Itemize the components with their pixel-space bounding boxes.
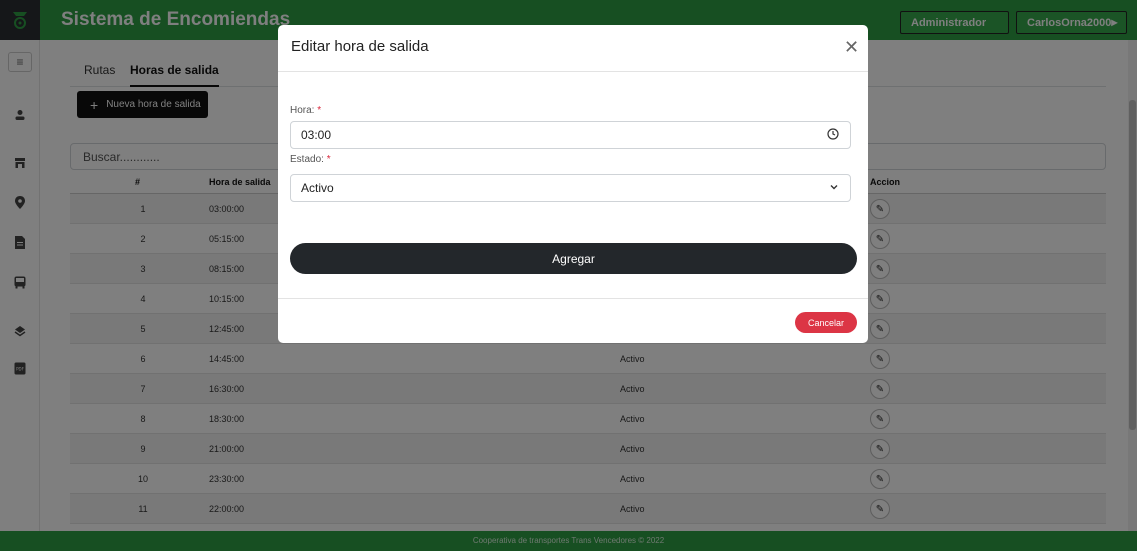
estado-value: Activo (301, 181, 334, 195)
chevron-down-icon (829, 181, 839, 195)
edit-departure-modal: Editar hora de salida ✕ Hora: * 03:00 Es… (278, 25, 868, 343)
cancel-button[interactable]: Cancelar (795, 312, 857, 333)
estado-label-text: Estado: (290, 154, 324, 165)
hora-value: 03:00 (301, 128, 332, 142)
hora-label-text: Hora: (290, 105, 315, 116)
modal-title: Editar hora de salida (291, 38, 429, 55)
submit-button[interactable]: Agregar (290, 243, 857, 274)
hora-time-input[interactable]: 03:00 (290, 121, 851, 149)
hora-label: Hora: * (290, 105, 321, 116)
estado-select[interactable]: Activo (290, 174, 851, 202)
clock-icon[interactable] (827, 128, 839, 143)
required-mark: * (317, 105, 322, 116)
required-mark: * (326, 154, 331, 165)
estado-label: Estado: * (290, 154, 331, 165)
modal-divider (278, 71, 868, 72)
modal-footer-divider (278, 298, 868, 299)
close-icon[interactable]: ✕ (844, 37, 859, 58)
